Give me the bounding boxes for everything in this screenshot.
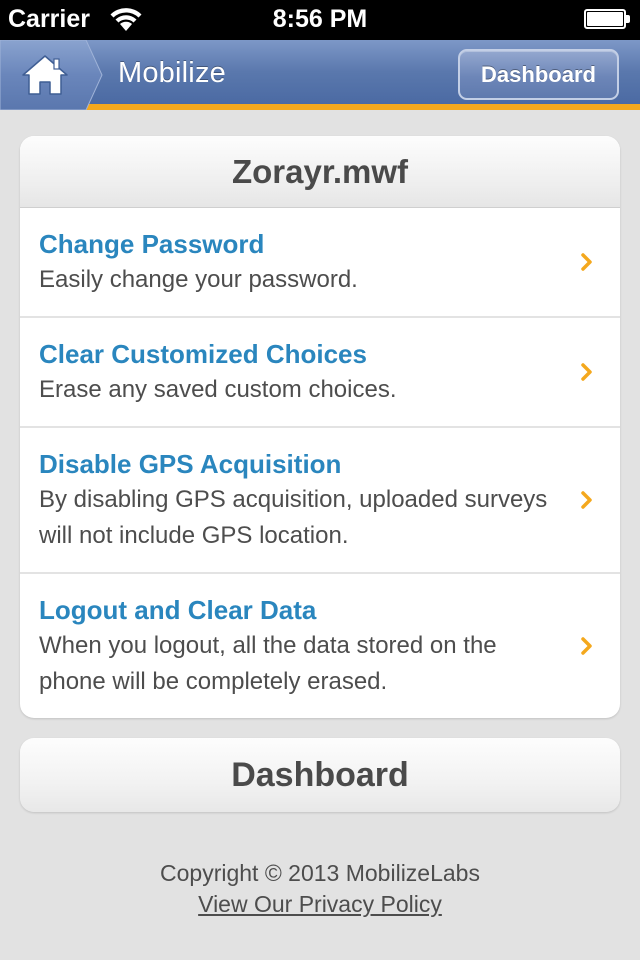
footer: Copyright © 2013 MobilizeLabs View Our P… [0, 858, 640, 920]
item-title: Logout and Clear Data [39, 595, 317, 625]
home-icon [22, 55, 68, 95]
nav-header: Mobilize Dashboard [0, 40, 640, 110]
settings-card: Zorayr.mwf Change Password Easily change… [20, 136, 620, 718]
home-button[interactable] [0, 40, 104, 110]
dashboard-button[interactable]: Dashboard [20, 738, 620, 812]
item-description: Easily change your password. [39, 266, 358, 293]
chevron-right-icon [581, 363, 592, 381]
privacy-policy-link[interactable]: View Our Privacy Policy [0, 889, 640, 920]
item-description: When you logout, all the data stored on … [39, 632, 497, 695]
header-dashboard-button[interactable]: Dashboard [458, 49, 619, 100]
item-title: Clear Customized Choices [39, 339, 367, 369]
item-description: By disabling GPS acquisition, uploaded s… [39, 486, 548, 549]
chevron-right-icon [581, 637, 592, 655]
clear-choices-item[interactable]: Clear Customized Choices Erase any saved… [20, 318, 620, 428]
account-title: Zorayr.mwf [20, 136, 620, 208]
app-title: Mobilize [118, 57, 226, 89]
item-title: Change Password [39, 229, 265, 259]
chevron-right-icon [581, 491, 592, 509]
clock: 8:56 PM [272, 5, 368, 33]
item-description: Erase any saved custom choices. [39, 376, 397, 403]
item-title: Disable GPS Acquisition [39, 449, 342, 479]
logout-clear-item[interactable]: Logout and Clear Data When you logout, a… [20, 574, 620, 718]
status-bar: Carrier 8:56 PM [0, 0, 640, 40]
copyright-text: Copyright © 2013 MobilizeLabs [160, 860, 480, 886]
disable-gps-item[interactable]: Disable GPS Acquisition By disabling GPS… [20, 428, 620, 574]
chevron-right-icon [581, 253, 592, 271]
battery-icon [584, 9, 630, 29]
change-password-item[interactable]: Change Password Easily change your passw… [20, 208, 620, 318]
